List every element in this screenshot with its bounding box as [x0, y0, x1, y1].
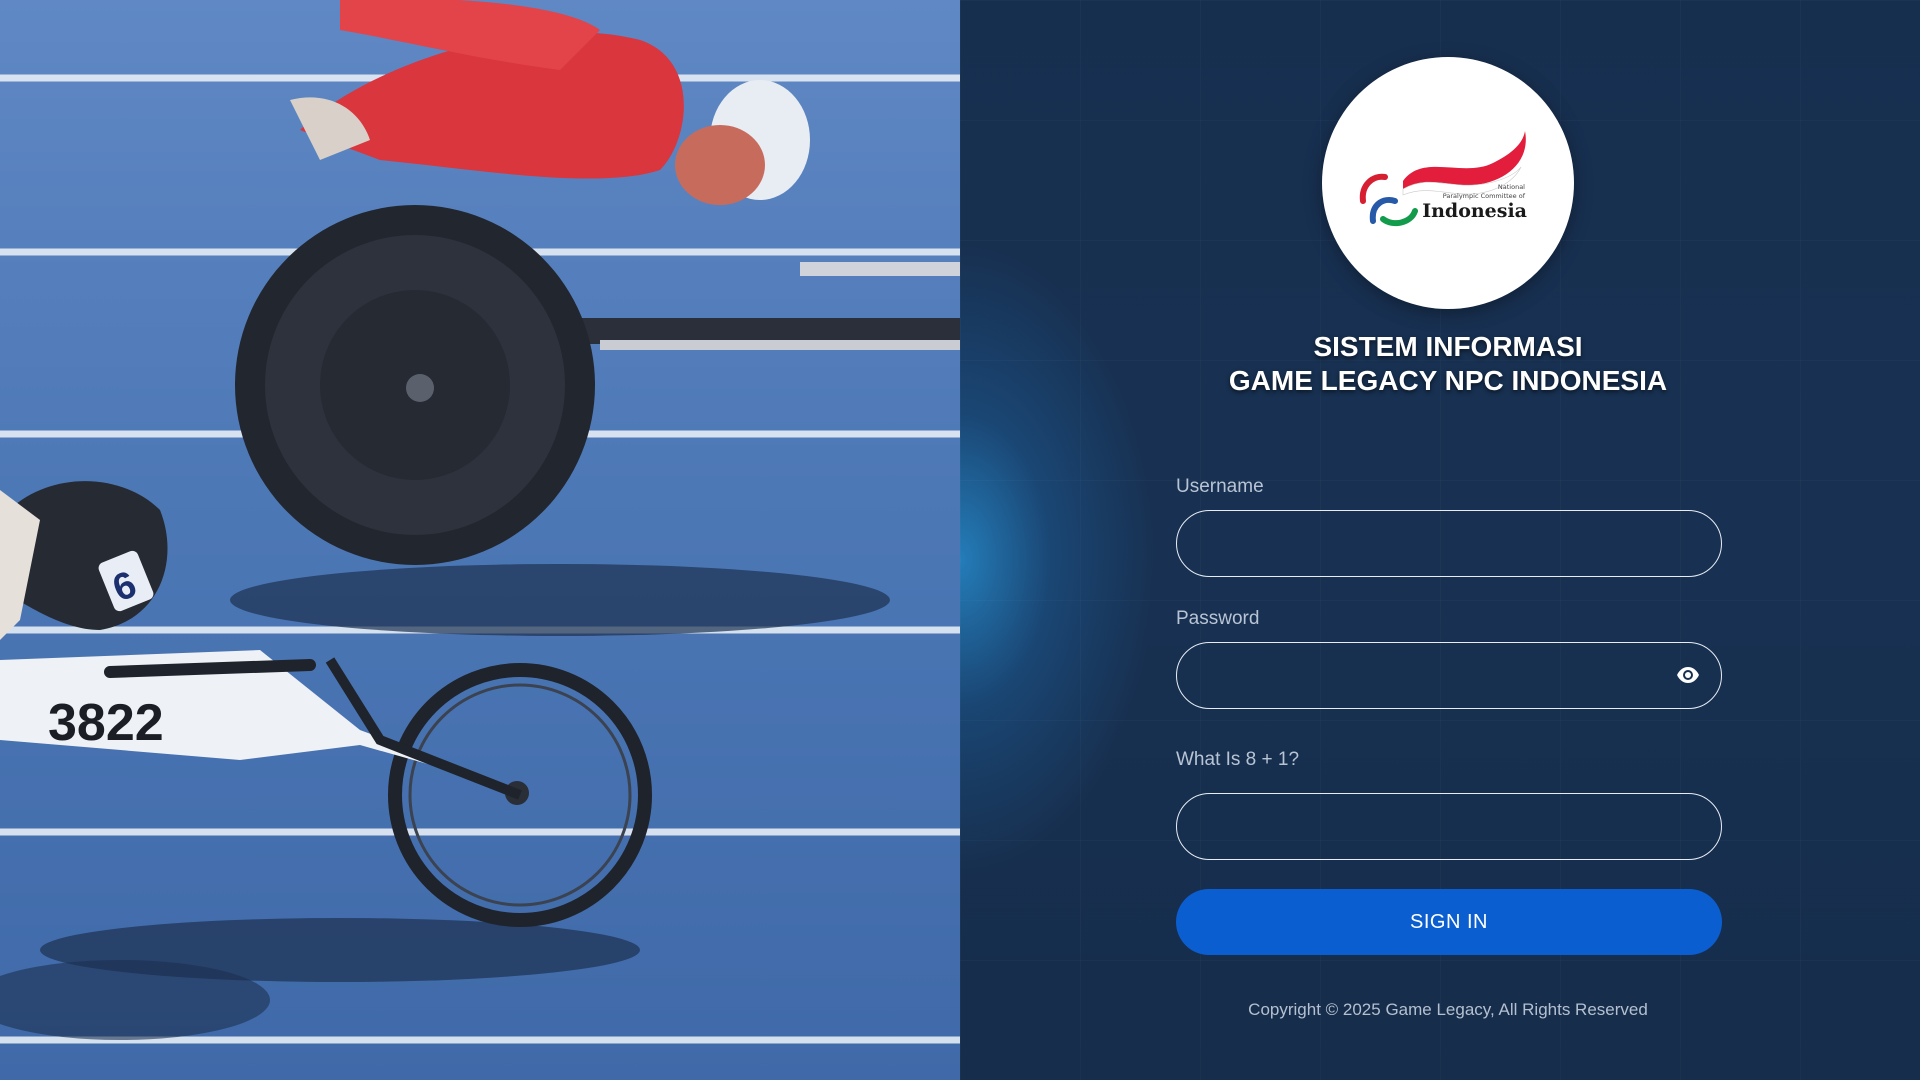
hero-image-panel: 6 3822 — [0, 0, 960, 1080]
logo-text-committee: Paralympic Committee of — [1443, 192, 1526, 200]
page-title: SISTEM INFORMASI GAME LEGACY NPC INDONES… — [960, 330, 1920, 398]
username-input[interactable] — [1176, 510, 1722, 577]
npc-indonesia-logo: National Paralympic Committee of Indones… — [1322, 57, 1574, 309]
username-label: Username — [1176, 476, 1264, 497]
title-line-1: SISTEM INFORMASI — [1313, 331, 1583, 362]
login-page: 6 3822 National Paralympic Committee of … — [0, 0, 1920, 1080]
password-input[interactable] — [1176, 642, 1722, 709]
login-panel: National Paralympic Committee of Indones… — [960, 0, 1920, 1080]
copyright-text: Copyright © 2025 Game Legacy, All Rights… — [1248, 1000, 1648, 1019]
eye-icon — [1677, 667, 1699, 683]
wheelchair-race-illustration: 6 3822 — [0, 0, 960, 1044]
sign-in-button[interactable]: SIGN IN — [1176, 889, 1722, 955]
captcha-label: What Is 8 + 1? — [1176, 749, 1300, 770]
password-label: Password — [1176, 608, 1260, 629]
bib-number: 3822 — [48, 694, 164, 752]
captcha-input[interactable] — [1176, 793, 1722, 860]
show-password-toggle[interactable] — [1675, 662, 1701, 688]
title-line-2: GAME LEGACY NPC INDONESIA — [1228, 365, 1668, 396]
logo-text-indonesia: Indonesia — [1422, 200, 1527, 222]
paralympic-logo-icon: National Paralympic Committee of Indones… — [1359, 131, 1527, 227]
logo-text-national: National — [1498, 183, 1525, 191]
